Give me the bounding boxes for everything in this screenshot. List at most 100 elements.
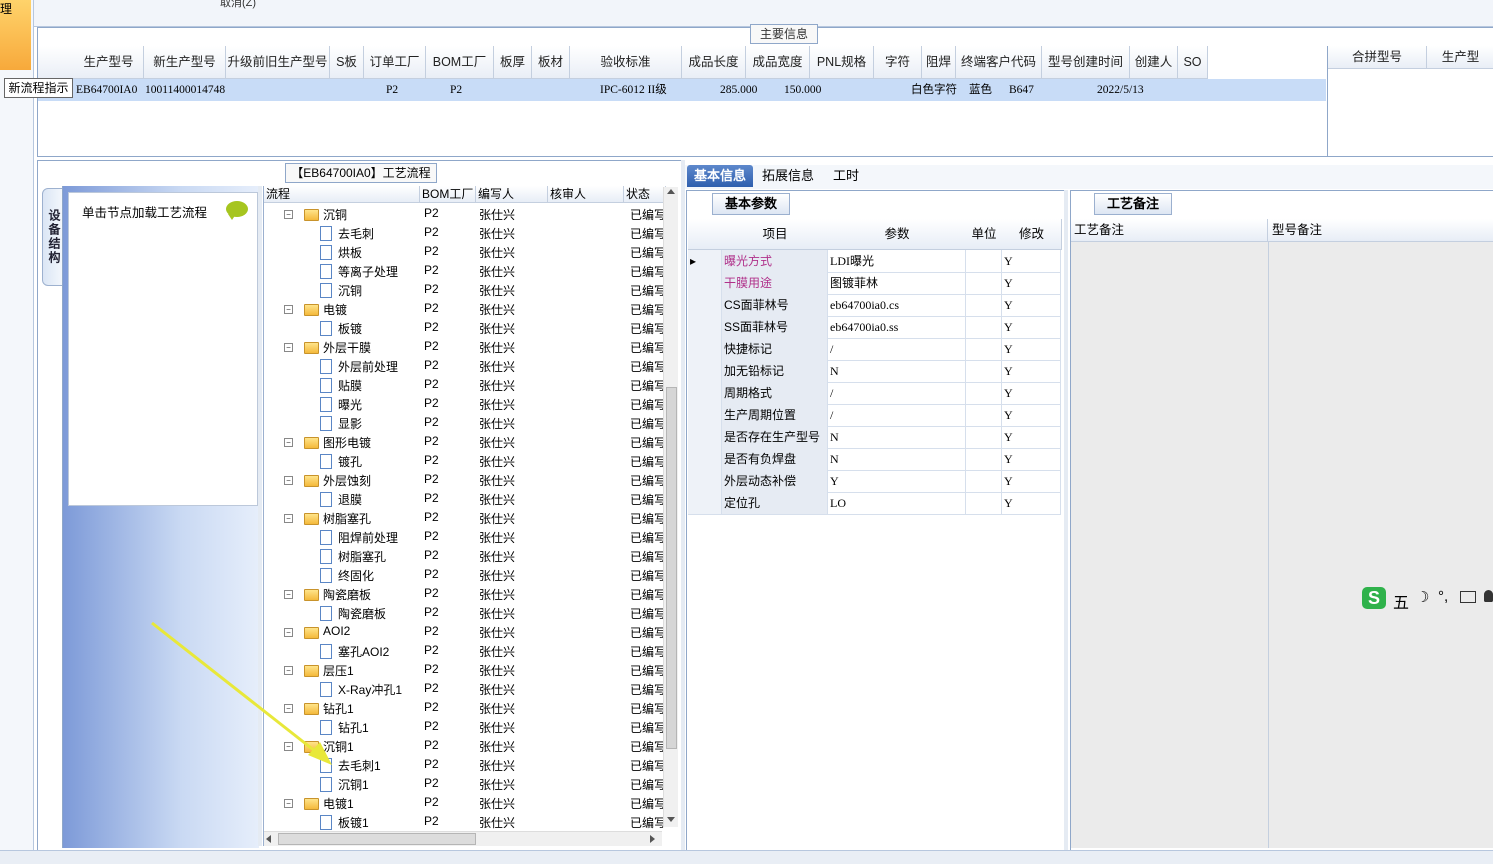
param-cell-param[interactable]: N (828, 448, 966, 470)
row-indicator[interactable] (688, 360, 722, 382)
tree-row[interactable]: − 外层干膜 P2 张仕兴 已编写 (264, 338, 666, 357)
horizontal-scroll-thumb[interactable] (278, 833, 476, 845)
keyboard-icon[interactable] (1460, 591, 1476, 603)
main-header-6[interactable]: 板厚 (494, 46, 532, 79)
param-cell-param[interactable]: N (828, 360, 966, 382)
param-cell-param[interactable]: LO (828, 492, 966, 514)
main-header-8[interactable]: 验收标准 (570, 46, 682, 79)
row-indicator[interactable] (688, 382, 722, 404)
main-header-14[interactable]: 终端客户代码 (956, 46, 1042, 79)
collapse-icon[interactable]: − (284, 343, 293, 352)
param-cell-param[interactable]: Y (828, 470, 966, 492)
tree-header-writer[interactable]: 编写人 (476, 186, 548, 203)
tab-work-hours[interactable]: 工时 (824, 165, 868, 187)
collapse-icon[interactable]: − (284, 438, 293, 447)
tree-row[interactable]: − 沉铜 P2 张仕兴 已编写 (264, 205, 666, 224)
main-header-2[interactable]: 升级前旧生产型号 (226, 46, 330, 79)
ime-logo-icon[interactable]: S (1362, 587, 1386, 609)
tree-row[interactable]: − 电镀1 P2 张仕兴 已编写 (264, 794, 666, 813)
right-splitter[interactable] (1064, 190, 1068, 850)
ime-mode[interactable]: 五 (1393, 589, 1409, 613)
row-indicator[interactable]: ▸ (688, 250, 722, 272)
param-cell-param[interactable]: eb64700ia0.ss (828, 316, 966, 338)
row-indicator[interactable] (688, 426, 722, 448)
tree-row[interactable]: 显影 P2 张仕兴 已编写 (264, 414, 666, 433)
main-header-11[interactable]: PNL规格 (810, 46, 874, 79)
main-header-12[interactable]: 字符 (874, 46, 922, 79)
param-cell-param[interactable]: / (828, 338, 966, 360)
scroll-right-icon[interactable] (650, 835, 655, 843)
param-row[interactable]: 生产周期位置 / Y (688, 404, 1061, 427)
param-cell-modify[interactable]: Y (1002, 250, 1061, 272)
tree-row[interactable]: 烘板 P2 张仕兴 已编写 (264, 243, 666, 262)
tab-basic-info[interactable]: 基本信息 (687, 165, 753, 187)
scroll-up-icon[interactable] (667, 189, 675, 194)
collapse-icon[interactable]: − (284, 799, 293, 808)
main-header-4[interactable]: 订单工厂 (364, 46, 426, 79)
main-header-7[interactable]: 板材 (532, 46, 570, 79)
tree-header-flow[interactable]: 流程 (264, 186, 420, 203)
param-header-unit[interactable]: 单位 (966, 219, 1003, 250)
param-row[interactable]: 周期格式 / Y (688, 382, 1061, 405)
collapse-icon[interactable]: − (284, 590, 293, 599)
tree-header-bom[interactable]: BOM工厂 (420, 186, 476, 203)
punctuation-icon[interactable]: °, (1438, 588, 1448, 605)
tab-basic-params[interactable]: 基本参数 (712, 193, 790, 215)
row-indicator[interactable] (688, 448, 722, 470)
param-cell-param[interactable]: N (828, 426, 966, 448)
row-indicator[interactable] (688, 316, 722, 338)
collapse-icon[interactable]: − (284, 514, 293, 523)
process-remark-textarea[interactable] (1071, 242, 1269, 848)
main-header-17[interactable]: SO (1178, 46, 1208, 79)
row-indicator[interactable] (688, 492, 722, 514)
tree-row[interactable]: 去毛刺 P2 张仕兴 已编写 (264, 224, 666, 243)
main-header-15[interactable]: 型号创建时间 (1042, 46, 1130, 79)
row-indicator[interactable] (688, 404, 722, 426)
tree-header-reviewer[interactable]: 核审人 (548, 186, 624, 203)
main-header-0[interactable]: 生产型号 (74, 46, 144, 79)
tree-row[interactable]: 等离子处理 P2 张仕兴 已编写 (264, 262, 666, 281)
param-row[interactable]: 干膜用途 图镀菲林 Y (688, 272, 1061, 295)
tree-row[interactable]: 树脂塞孔 P2 张仕兴 已编写 (264, 547, 666, 566)
param-cell-modify[interactable]: Y (1002, 294, 1061, 316)
tree-row[interactable]: 外层前处理 P2 张仕兴 已编写 (264, 357, 666, 376)
param-row[interactable]: 外层动态补偿 Y Y (688, 470, 1061, 493)
param-cell-modify[interactable]: Y (1002, 492, 1061, 514)
param-header-item[interactable]: 项目 (722, 219, 829, 250)
param-cell-modify[interactable]: Y (1002, 404, 1061, 426)
tree-row[interactable]: 镀孔 P2 张仕兴 已编写 (264, 452, 666, 471)
param-row[interactable]: SS面菲林号 eb64700ia0.ss Y (688, 316, 1061, 339)
main-header-16[interactable]: 创建人 (1130, 46, 1178, 79)
tree-row[interactable]: 曝光 P2 张仕兴 已编写 (264, 395, 666, 414)
param-row[interactable]: 是否存在生产型号 N Y (688, 426, 1061, 449)
param-cell-param[interactable]: LDI曝光 (828, 250, 966, 272)
param-cell-param[interactable]: / (828, 382, 966, 404)
merge-model-header[interactable]: 合拼型号 (1328, 46, 1427, 69)
param-cell-modify[interactable]: Y (1002, 382, 1061, 404)
user-icon[interactable] (1484, 590, 1493, 602)
moon-icon[interactable]: ☽ (1416, 588, 1429, 606)
param-row[interactable]: 定位孔 LO Y (688, 492, 1061, 515)
param-cell-param[interactable]: 图镀菲林 (828, 272, 966, 294)
tree-row[interactable]: 沉铜 P2 张仕兴 已编写 (264, 281, 666, 300)
param-cell-param[interactable]: eb64700ia0.cs (828, 294, 966, 316)
param-cell-modify[interactable]: Y (1002, 448, 1061, 470)
param-row[interactable]: ▸ 曝光方式 LDI曝光 Y (688, 250, 1061, 273)
tree-row[interactable]: − 外层蚀刻 P2 张仕兴 已编写 (264, 471, 666, 490)
main-header-9[interactable]: 成品长度 (682, 46, 746, 79)
param-row[interactable]: 加无铅标记 N Y (688, 360, 1061, 383)
active-module-tab[interactable]: 理 (0, 0, 31, 70)
param-header-param[interactable]: 参数 (828, 219, 967, 250)
load-hint-box[interactable]: 单击节点加载工艺流程 (68, 192, 258, 506)
side-production-header[interactable]: 生产型 (1427, 46, 1493, 69)
tree-row[interactable]: 板镀 P2 张仕兴 已编写 (264, 319, 666, 338)
main-header-13[interactable]: 阻焊 (922, 46, 956, 79)
row-indicator[interactable] (688, 338, 722, 360)
main-header-1[interactable]: 新生产型号 (144, 46, 226, 79)
collapse-icon[interactable]: − (284, 305, 293, 314)
model-remark-textarea[interactable] (1269, 242, 1493, 848)
param-header-modify[interactable]: 修改 (1002, 219, 1062, 250)
vertical-scroll-thumb[interactable] (666, 387, 677, 749)
main-header-10[interactable]: 成品宽度 (746, 46, 810, 79)
table-row-selected[interactable]: EB64700IA0 10011400014748 P2 P2 IPC-6012… (38, 79, 1326, 101)
